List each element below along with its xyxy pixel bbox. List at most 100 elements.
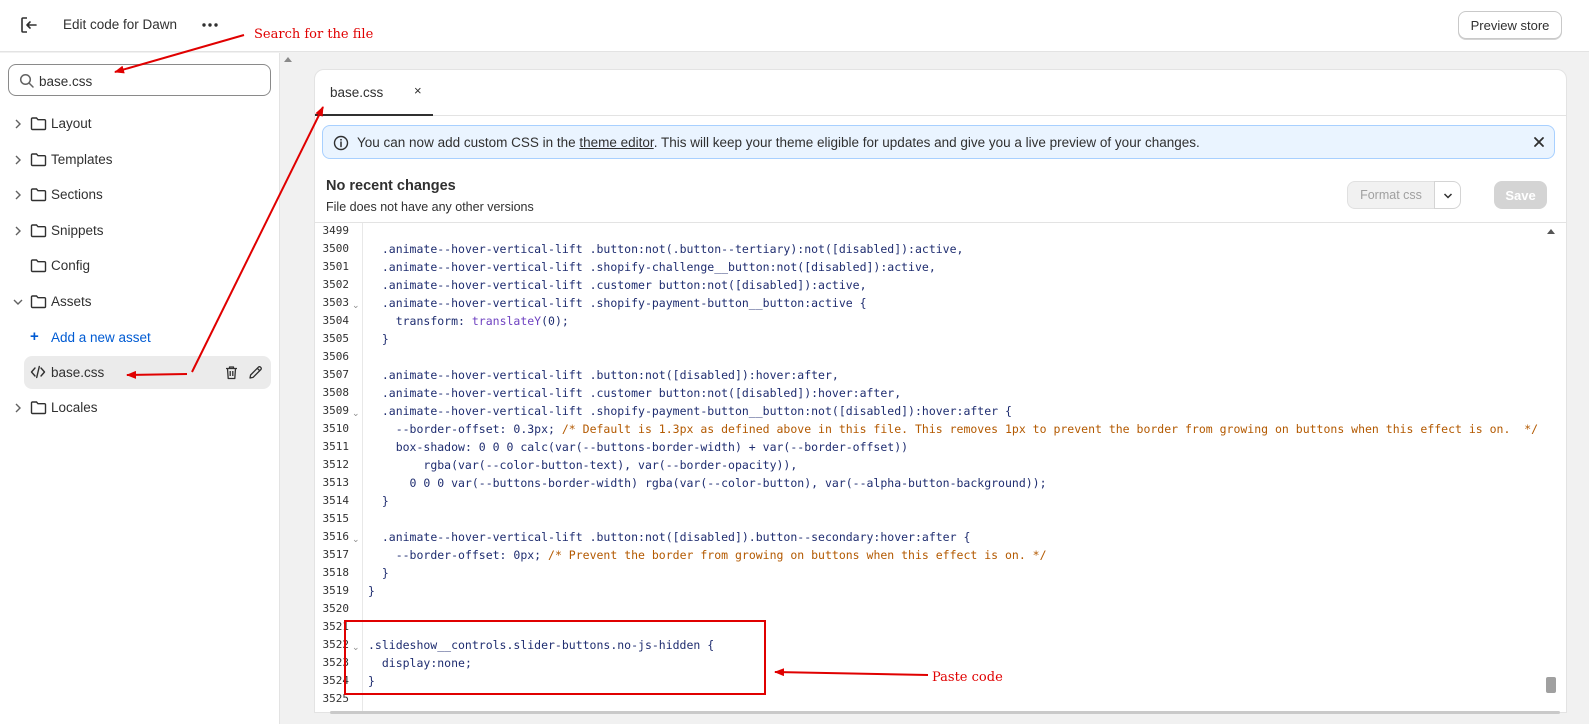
code-text: (0);: [541, 314, 569, 328]
sidebar-item-locales[interactable]: Locales: [0, 393, 280, 423]
folder-icon: [30, 400, 47, 415]
line-number: 3513: [322, 476, 350, 489]
sidebar-item-layout[interactable]: Layout: [0, 109, 280, 139]
code-text: .animate--hover-vertical-lift .button:no…: [381, 242, 964, 256]
save-button[interactable]: Save: [1494, 181, 1547, 209]
plus-icon: +: [30, 328, 39, 345]
line-number: 3499: [322, 224, 350, 237]
code-line: .animate--hover-vertical-lift .button:no…: [368, 368, 839, 382]
folder-icon: [30, 223, 47, 238]
trash-icon[interactable]: [224, 365, 239, 380]
sidebar-item-label: Templates: [51, 152, 113, 167]
line-number: 3522: [322, 638, 350, 651]
format-css-button[interactable]: Format css: [1347, 181, 1435, 209]
chevron-right-icon: [12, 153, 24, 165]
more-horizontal-icon[interactable]: [199, 14, 221, 36]
file-item-base-css[interactable]: base.css: [24, 356, 271, 389]
code-text: .animate--hover-vertical-lift .customer …: [381, 278, 867, 292]
folder-icon: [30, 187, 47, 202]
line-number: 3524: [322, 674, 350, 687]
sidebar-item-label: Locales: [51, 400, 98, 415]
file-label: base.css: [51, 365, 105, 380]
code-text: transform:: [395, 314, 472, 328]
chevron-down-icon: [12, 295, 24, 307]
code-text: .animate--hover-vertical-lift .shopify-p…: [381, 296, 867, 310]
horizontal-scrollbar[interactable]: [330, 711, 1560, 714]
tab-base-css[interactable]: base.css ×: [315, 70, 433, 116]
banner-text: You can now add custom CSS in the theme …: [357, 135, 1200, 150]
search-icon: [19, 73, 35, 89]
code-text: }: [368, 674, 375, 688]
code-text: .slideshow__controls.slider-buttons.no-j…: [368, 638, 715, 652]
sidebar-item-label: Sections: [51, 187, 103, 202]
code-text: .animate--hover-vertical-lift .button:no…: [381, 530, 971, 544]
code-line: display:none;: [368, 656, 472, 670]
changes-title: No recent changes: [326, 178, 456, 194]
info-icon: [333, 135, 349, 151]
search-box[interactable]: [8, 64, 271, 96]
sidebar-item-templates[interactable]: Templates: [0, 145, 280, 175]
code-text: }: [368, 584, 375, 598]
tab-label: base.css: [330, 85, 384, 100]
scroll-up-icon[interactable]: [284, 57, 292, 62]
search-input[interactable]: [39, 71, 259, 91]
add-asset-label: Add a new asset: [51, 330, 151, 345]
code-line: transform: translateY(0);: [368, 314, 569, 328]
fold-chevron-icon[interactable]: ⌄: [352, 534, 360, 545]
code-scrollbar[interactable]: [1544, 223, 1558, 712]
code-text: }: [381, 332, 389, 346]
close-icon[interactable]: [1531, 134, 1547, 150]
code-line: .animate--hover-vertical-lift .button:no…: [368, 242, 964, 256]
scroll-thumb[interactable]: [1546, 677, 1556, 693]
scroll-up-icon[interactable]: [1547, 229, 1555, 234]
fold-chevron-icon[interactable]: ⌄: [352, 300, 360, 311]
banner-prefix: You can now add custom CSS in the: [357, 135, 580, 150]
code-line: 0 0 0 var(--buttons-border-width) rgba(v…: [368, 476, 1047, 490]
code-line: }: [368, 566, 389, 580]
sidebar-item-snippets[interactable]: Snippets: [0, 216, 280, 246]
line-number: 3514: [322, 494, 350, 507]
code-text: box-shadow: 0 0 0 calc(var(--buttons-bor…: [395, 440, 909, 454]
code-editor-panel: base.css × You can now add custom CSS in…: [314, 69, 1567, 713]
code-line: .slideshow__controls.slider-buttons.no-j…: [368, 638, 714, 652]
line-number: 3525: [322, 692, 350, 705]
code-text: --border-offset: 0px;: [395, 548, 549, 562]
sidebar-item-assets[interactable]: Assets: [0, 287, 280, 317]
line-number: 3518: [322, 566, 350, 579]
file-sidebar: Layout Templates Sections Snippets Confi…: [0, 53, 280, 724]
line-number: 3507: [322, 368, 350, 381]
line-number: 3501: [322, 260, 350, 273]
code-line: .animate--hover-vertical-lift .customer …: [368, 278, 867, 292]
code-text: }: [381, 494, 389, 508]
code-text: 0 0 0 var(--buttons-border-width) rgba(v…: [409, 476, 1047, 490]
sidebar-item-config[interactable]: Config: [0, 251, 280, 281]
preview-store-button[interactable]: Preview store: [1458, 11, 1562, 39]
theme-editor-link[interactable]: theme editor: [579, 135, 653, 150]
page: Edit code for Dawn Preview store Layout …: [0, 0, 1589, 724]
exit-icon[interactable]: [18, 14, 40, 36]
fold-chevron-icon[interactable]: ⌄: [352, 408, 360, 419]
chevron-down-icon[interactable]: [1434, 181, 1461, 209]
line-number: 3520: [322, 602, 350, 615]
page-title: Edit code for Dawn: [63, 17, 178, 32]
line-number: 3512: [322, 458, 350, 471]
close-tab-icon[interactable]: ×: [414, 83, 422, 98]
pencil-icon[interactable]: [248, 365, 263, 380]
code-text: --border-offset: 0.3px;: [395, 422, 562, 436]
folder-icon: [30, 294, 47, 309]
sidebar-item-label: Layout: [51, 116, 92, 131]
fold-chevron-icon[interactable]: ⌄: [352, 642, 360, 653]
folder-icon: [30, 116, 47, 131]
code-comment: /* Prevent the border from growing on bu…: [548, 548, 1047, 562]
code-area[interactable]: 3499 3500 3501 3502 3503 ⌄ 3504 3505 3506 3507 350…: [315, 222, 1566, 712]
sidebar-scrollbar[interactable]: [281, 53, 295, 724]
line-number: 3506: [322, 350, 350, 363]
code-icon: [30, 365, 46, 379]
banner-suffix: . This will keep your theme eligible for…: [653, 135, 1200, 150]
sidebar-item-sections[interactable]: Sections: [0, 180, 280, 210]
line-number: 3515: [322, 512, 350, 525]
folder-icon: [30, 152, 47, 167]
chevron-right-icon: [12, 224, 24, 236]
code-line: .animate--hover-vertical-lift .shopify-p…: [368, 296, 867, 310]
line-number: 3521: [322, 620, 350, 633]
